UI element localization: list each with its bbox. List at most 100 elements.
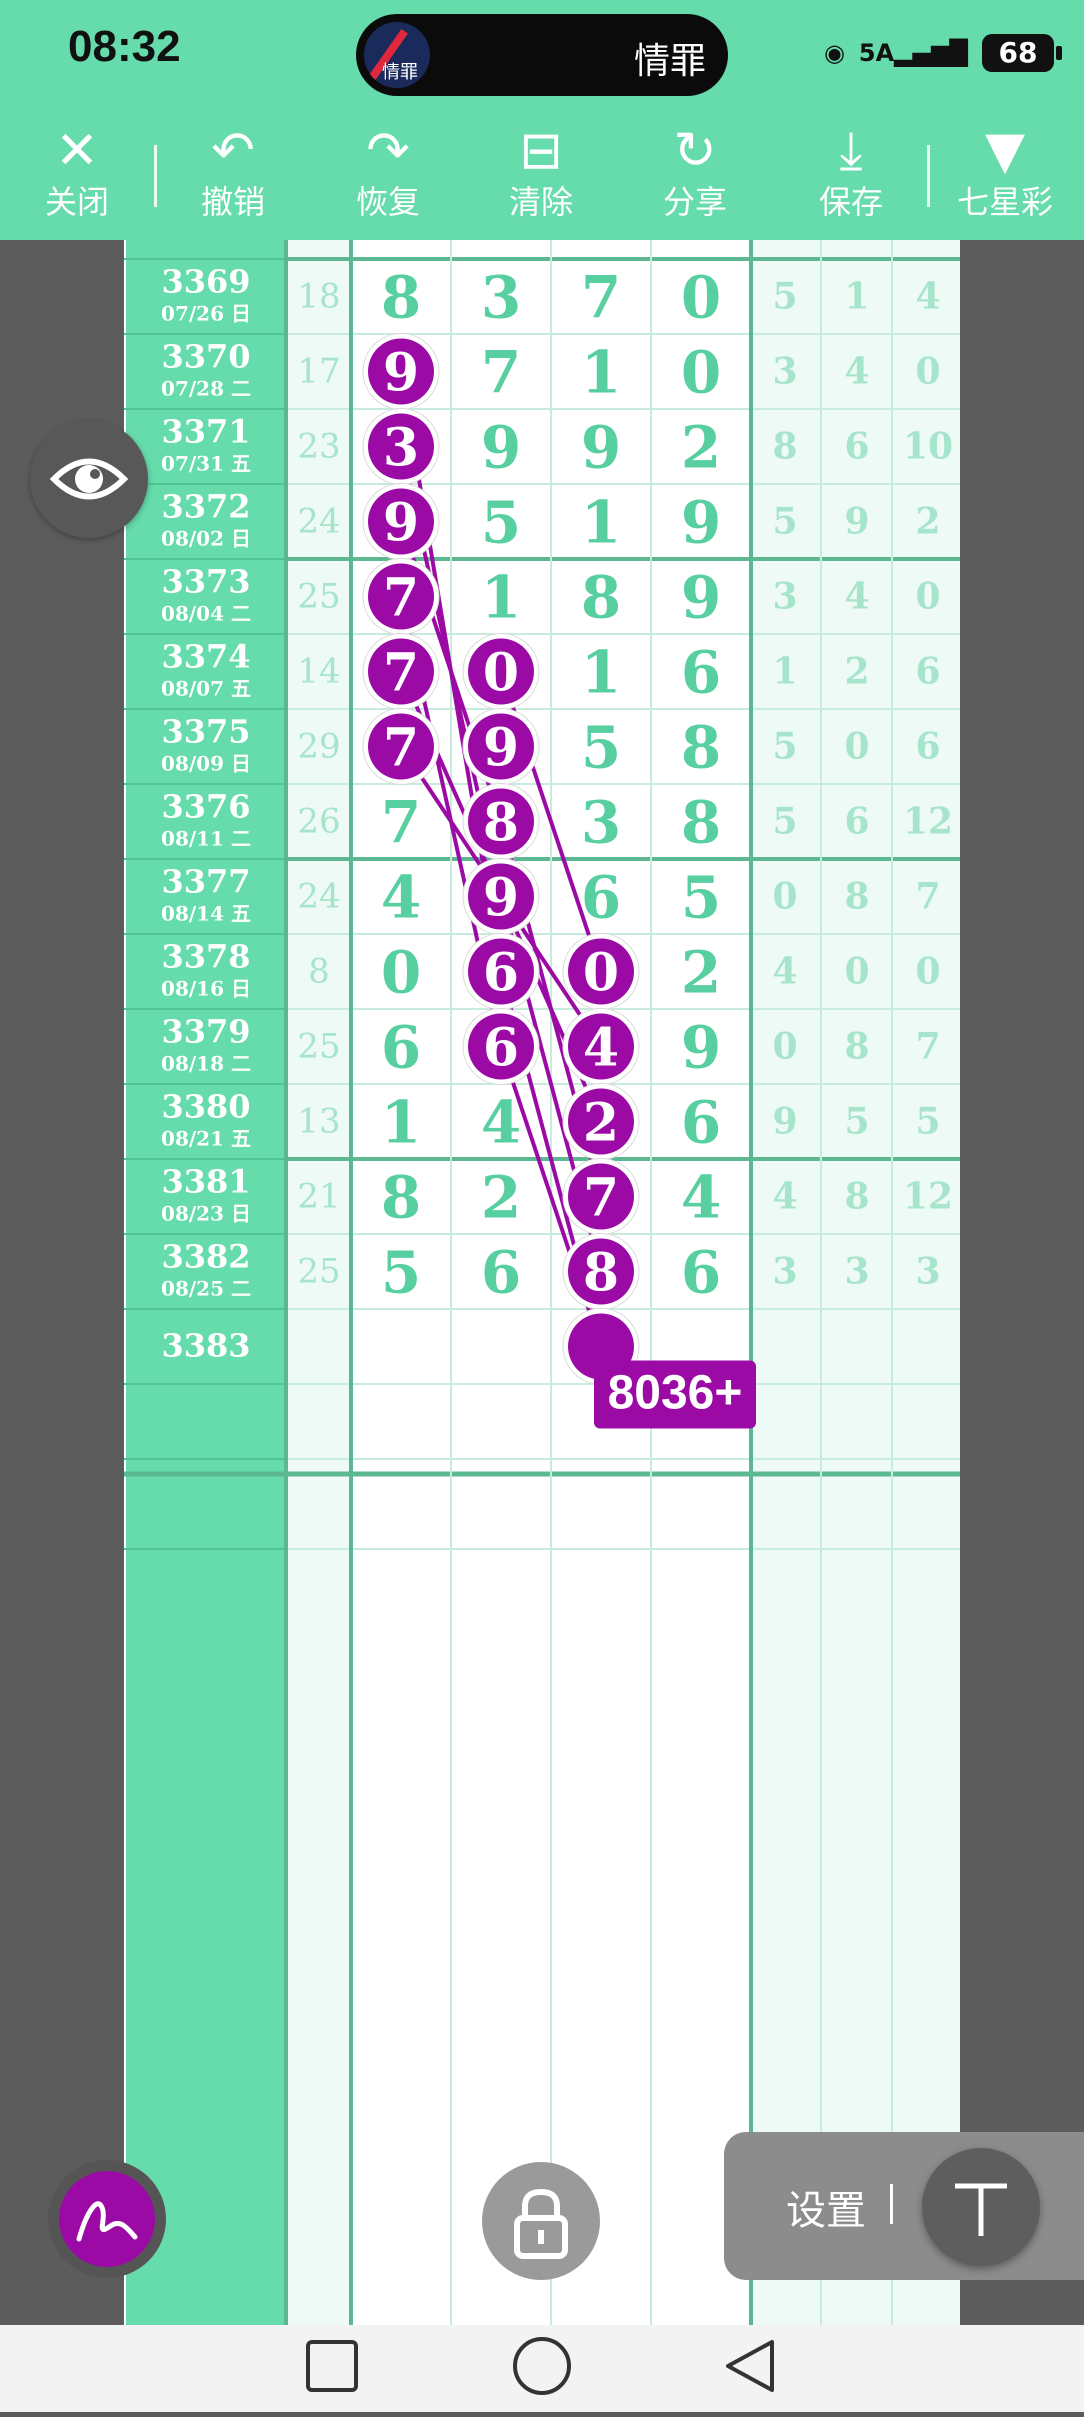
share-button[interactable]: ↻ 分享 <box>640 120 750 235</box>
trend-chart-sheet[interactable]: 3369 07/26 日 18 8 3 7 0 5 1 4 3370 07/28 二 17 7 1 0 3 4 0 3… <box>124 240 960 2325</box>
app-avatar: 情罪 <box>364 22 430 88</box>
extra-digit-cell: 8 <box>844 1176 869 1218</box>
extra-digit-cell: 5 <box>772 501 797 543</box>
draw-date: 08/09 日 <box>161 752 251 776</box>
marked-digit: 6 <box>483 1018 519 1079</box>
draw-date: 08/16 日 <box>161 977 251 1001</box>
digit-cell: 9 <box>681 489 721 557</box>
digit-cell: 1 <box>381 1089 421 1157</box>
digit-cell: 4 <box>481 1089 521 1157</box>
issue-number: 3373 <box>161 563 250 601</box>
clear-button[interactable]: ⊟ 清除 <box>486 120 596 235</box>
download-icon: ⤓ <box>839 121 863 181</box>
undo-icon: ↶ <box>211 121 255 181</box>
draw-pen-button[interactable] <box>48 2160 166 2278</box>
trend-chart-grid[interactable]: 336907/26 日 18 8 3 7 0 5 1 4337007/28 二 17 7 1 0 3 4 03… <box>124 240 960 2325</box>
digit-cell: 0 <box>681 264 721 332</box>
lottery-select-button[interactable]: ▼ 七星彩 <box>950 120 1060 235</box>
signal-icon: 5A▂▄▆█ <box>858 39 968 67</box>
toolbar-divider <box>154 145 157 207</box>
dynamic-island[interactable]: 情罪 情罪 <box>356 14 728 96</box>
digit-cell: 1 <box>581 489 621 557</box>
settings-divider <box>890 2184 893 2224</box>
digit-cell: 7 <box>481 339 521 407</box>
lock-icon <box>514 2188 568 2259</box>
marked-digit: 9 <box>483 718 519 779</box>
triangle-back-icon <box>726 2340 774 2392</box>
toolbar-divider <box>927 145 930 207</box>
close-label: 关闭 <box>44 183 109 221</box>
marked-digit: 3 <box>383 418 419 479</box>
digit-cell: 5 <box>581 714 621 782</box>
extra-digit-cell: 7 <box>915 1026 940 1068</box>
settings-panel: 设置 <box>724 2132 1084 2280</box>
extra-digit-cell: 9 <box>844 501 869 543</box>
extra-digit-cell: 3 <box>772 576 797 618</box>
issue-number: 3376 <box>161 788 250 826</box>
network-label: 5A <box>858 39 895 67</box>
extra-digit-cell: 2 <box>844 651 869 693</box>
sum-value: 18 <box>297 277 340 317</box>
close-button[interactable]: ✕ 关闭 <box>22 120 132 235</box>
marked-digit: 2 <box>583 1093 619 1154</box>
share-label: 分享 <box>662 183 727 221</box>
lock-button[interactable] <box>482 2162 600 2280</box>
digit-cell: 0 <box>381 939 421 1007</box>
extra-digit-cell: 1 <box>844 276 869 318</box>
eye-toggle-button[interactable] <box>30 420 148 538</box>
redo-button[interactable]: ↷ 恢复 <box>333 120 443 235</box>
extra-digit-cell: 1 <box>772 651 797 693</box>
circle-icon <box>513 2337 571 2395</box>
island-name: 情罪 <box>633 41 706 82</box>
extra-digit-cell: 0 <box>772 1026 797 1068</box>
digit-cell: 6 <box>581 864 621 932</box>
digit-cell: 9 <box>481 414 521 482</box>
extra-digit-cell: 7 <box>915 876 940 918</box>
wifi-icon: ◉ <box>823 39 845 67</box>
share-icon: ↻ <box>673 121 717 181</box>
digit-cell: 1 <box>481 564 521 632</box>
text-tool-icon <box>955 2183 1007 2236</box>
digit-cell: 3 <box>481 264 521 332</box>
digit-cell: 8 <box>681 714 721 782</box>
digit-cell: 8 <box>581 564 621 632</box>
settings-button[interactable]: 设置 <box>786 2178 866 2236</box>
recents-nav-button[interactable] <box>306 2340 358 2392</box>
pen-inner <box>59 2171 155 2267</box>
issue-number: 3381 <box>161 1163 250 1201</box>
marked-digit: 7 <box>383 643 419 704</box>
digit-cell: 9 <box>681 564 721 632</box>
digit-cell: 9 <box>681 1014 721 1082</box>
digit-cell: 2 <box>681 414 721 482</box>
extra-digit-cell: 4 <box>772 951 797 993</box>
marked-digit: 7 <box>583 1168 619 1229</box>
sum-value: 23 <box>297 427 340 467</box>
extra-digit-cell: 0 <box>915 351 940 393</box>
digit-cell: 8 <box>681 789 721 857</box>
digit-cell: 8 <box>381 264 421 332</box>
eye-icon <box>49 458 129 500</box>
extra-digit-cell: 6 <box>915 726 940 768</box>
undo-button[interactable]: ↶ 撤销 <box>178 120 288 235</box>
digit-cell: 5 <box>681 864 721 932</box>
extra-digit-cell: 8 <box>844 1026 869 1068</box>
extra-digit-cell: 0 <box>915 951 940 993</box>
issue-number: 3372 <box>161 488 250 526</box>
digit-cell: 6 <box>381 1014 421 1082</box>
digit-cell: 7 <box>381 789 421 857</box>
issue-number: 3371 <box>161 413 250 451</box>
close-icon: ✕ <box>55 121 99 181</box>
sum-value: 25 <box>297 577 340 617</box>
battery-icon: 68 <box>982 34 1062 72</box>
issue-number: 3379 <box>161 1013 250 1051</box>
home-nav-button[interactable] <box>513 2337 571 2395</box>
redo-label: 恢复 <box>355 183 420 221</box>
clear-label: 清除 <box>508 183 573 221</box>
marked-digit: 6 <box>483 943 519 1004</box>
save-button[interactable]: ⤓ 保存 <box>796 120 906 235</box>
back-nav-button[interactable] <box>726 2340 774 2392</box>
toolbar: ✕ 关闭 ↶ 撤销 ↷ 恢复 ⊟ 清除 ↻ 分享 ⤓ 保存 ▼ 七星彩 <box>0 110 1084 240</box>
extra-digit-cell: 6 <box>844 426 869 468</box>
extra-digit-cell: 0 <box>772 876 797 918</box>
text-tool-button[interactable] <box>922 2148 1040 2266</box>
